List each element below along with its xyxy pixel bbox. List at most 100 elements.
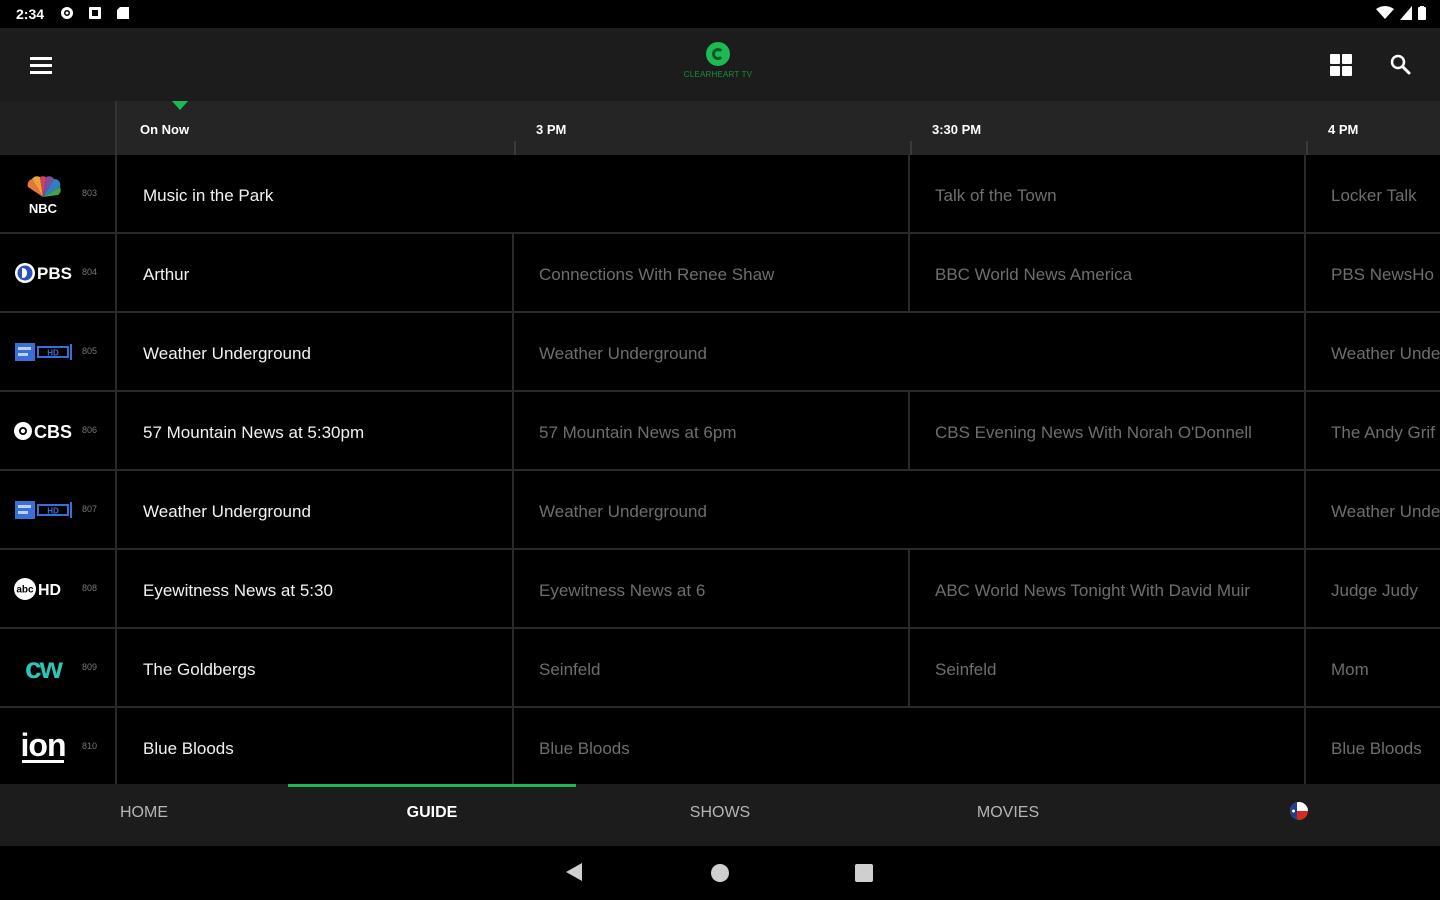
tab-label: HOME (120, 804, 168, 821)
home-icon[interactable] (711, 864, 729, 882)
program-cell[interactable]: CBS Evening News With Norah O'Donnell (910, 392, 1306, 469)
texas-flag-icon[interactable] (1290, 802, 1308, 820)
program-cell[interactable]: Blue Bloods (118, 708, 514, 784)
program-title: Weather Unde (1331, 502, 1440, 521)
now-marker-icon (172, 101, 188, 110)
tab-guide[interactable]: GUIDE (288, 784, 576, 846)
channel-cell[interactable]: HD 807 (0, 471, 117, 548)
program-cell[interactable]: Mom (1306, 629, 1440, 706)
program-cell[interactable]: Judge Judy (1306, 550, 1440, 627)
program-cell[interactable]: ABC World News Tonight With David Muir (910, 550, 1306, 627)
logo-text: CLEARHEART TV (683, 70, 753, 79)
program-title: 57 Mountain News at 6pm (539, 423, 737, 442)
program-title: Blue Bloods (1331, 739, 1422, 758)
channel-cell[interactable]: abc HD 808 (0, 550, 117, 627)
program-cell[interactable]: Weather Underground (118, 471, 514, 548)
tab-movies[interactable]: MOVIES (864, 784, 1152, 846)
program-title: Weather Underground (539, 344, 707, 363)
time-slot-4pm: 4 PM (1306, 101, 1440, 155)
program-cell[interactable]: Blue Bloods (1306, 708, 1440, 784)
program-cell[interactable]: Weather Underground (514, 313, 1306, 390)
menu-icon[interactable] (24, 50, 58, 80)
time-slot-label: 3 PM (536, 122, 567, 137)
program-cell[interactable]: Music in the Park (118, 155, 910, 232)
time-slot-label: 3:30 PM (932, 122, 982, 137)
program-title: Weather Underground (143, 502, 311, 521)
cbs-logo-icon: CBS (12, 410, 74, 452)
abc-logo-icon: abc HD (12, 568, 74, 610)
channel-cell[interactable]: ion 810 (0, 708, 117, 784)
program-cell[interactable]: Blue Bloods (514, 708, 1306, 784)
guide-row: NBC 803 Music in the Park Talk of the To… (0, 155, 1440, 234)
program-title: Locker Talk (1331, 186, 1417, 205)
weather-channel-logo-icon: HD (12, 331, 74, 373)
svg-text:abc: abc (16, 585, 34, 596)
time-header-corner (0, 101, 117, 155)
program-cell[interactable]: Arthur (118, 234, 514, 311)
program-cell[interactable]: Seinfeld (514, 629, 910, 706)
tab-label: SHOWS (689, 804, 751, 821)
channel-number: 803 (82, 188, 98, 198)
battery-icon (1418, 6, 1426, 20)
program-title: Connections With Renee Shaw (539, 265, 775, 284)
channel-number: 807 (82, 504, 98, 514)
program-cell[interactable]: Locker Talk (1306, 155, 1440, 232)
wifi-icon (1376, 6, 1394, 19)
channel-number: 806 (82, 425, 98, 435)
app-logo: CLEARHEART TV (680, 42, 756, 92)
grid-view-icon[interactable] (1328, 52, 1354, 78)
search-icon[interactable] (1388, 52, 1414, 78)
channel-cell[interactable]: NBC 803 (0, 155, 117, 232)
program-title: Eyewitness News at 5:30 (143, 581, 333, 600)
program-cell[interactable]: Weather Unde (1306, 313, 1440, 390)
program-cell[interactable]: Talk of the Town (910, 155, 1306, 232)
program-cell[interactable]: Weather Underground (118, 313, 514, 390)
program-cell[interactable]: Weather Unde (1306, 471, 1440, 548)
sd-card-icon (117, 7, 129, 19)
recent-apps-icon[interactable] (855, 864, 873, 882)
channel-number: 805 (82, 346, 98, 356)
pbs-logo-icon: PBS (12, 252, 74, 294)
guide-grid: NBC 803 Music in the Park Talk of the To… (0, 155, 1440, 784)
tab-shows[interactable]: SHOWS (576, 784, 864, 846)
channel-cell[interactable]: CBS 806 (0, 392, 117, 469)
channel-cell[interactable]: HD 805 (0, 313, 117, 390)
program-title: Weather Unde (1331, 344, 1440, 363)
program-title: Judge Judy (1331, 581, 1418, 600)
time-slot-330pm: 3:30 PM (910, 101, 1306, 155)
program-cell[interactable]: The Goldbergs (118, 629, 514, 706)
channel-cell[interactable]: PBS 804 (0, 234, 117, 311)
program-cell[interactable]: BBC World News America (910, 234, 1306, 311)
active-tab-indicator (288, 784, 576, 787)
guide-row: PBS 804 Arthur Connections With Renee Sh… (0, 234, 1440, 313)
guide-row: cw 809 The Goldbergs Seinfeld Seinfeld M… (0, 629, 1440, 708)
channel-number: 810 (82, 741, 98, 751)
program-cell[interactable]: The Andy Grif (1306, 392, 1440, 469)
program-cell[interactable]: Seinfeld (910, 629, 1306, 706)
program-title: Blue Bloods (143, 739, 234, 758)
svg-text:CBS: CBS (34, 422, 72, 442)
time-slot-label: On Now (140, 122, 190, 137)
program-cell[interactable]: Weather Underground (514, 471, 1306, 548)
program-cell[interactable]: 57 Mountain News at 5:30pm (118, 392, 514, 469)
program-cell[interactable]: 57 Mountain News at 6pm (514, 392, 910, 469)
svg-text:HD: HD (38, 582, 61, 599)
program-title: Music in the Park (143, 186, 274, 205)
signal-icon (1400, 6, 1412, 20)
channel-number: 809 (82, 662, 98, 672)
program-cell[interactable]: Eyewitness News at 6 (514, 550, 910, 627)
program-cell[interactable]: Connections With Renee Shaw (514, 234, 910, 311)
status-time: 2:34 (16, 6, 45, 22)
program-cell[interactable]: PBS NewsHo (1306, 234, 1440, 311)
tab-label: MOVIES (976, 804, 1040, 821)
channel-number: 804 (82, 267, 98, 277)
program-title: CBS Evening News With Norah O'Donnell (935, 423, 1252, 442)
program-title: Weather Underground (143, 344, 311, 363)
back-icon[interactable] (566, 863, 582, 881)
system-nav-bar (0, 846, 1440, 900)
tab-home[interactable]: HOME (0, 784, 288, 846)
program-cell[interactable]: Eyewitness News at 5:30 (118, 550, 514, 627)
channel-cell[interactable]: cw 809 (0, 629, 117, 706)
svg-text:HD: HD (47, 349, 59, 358)
program-title: 57 Mountain News at 5:30pm (143, 423, 365, 442)
